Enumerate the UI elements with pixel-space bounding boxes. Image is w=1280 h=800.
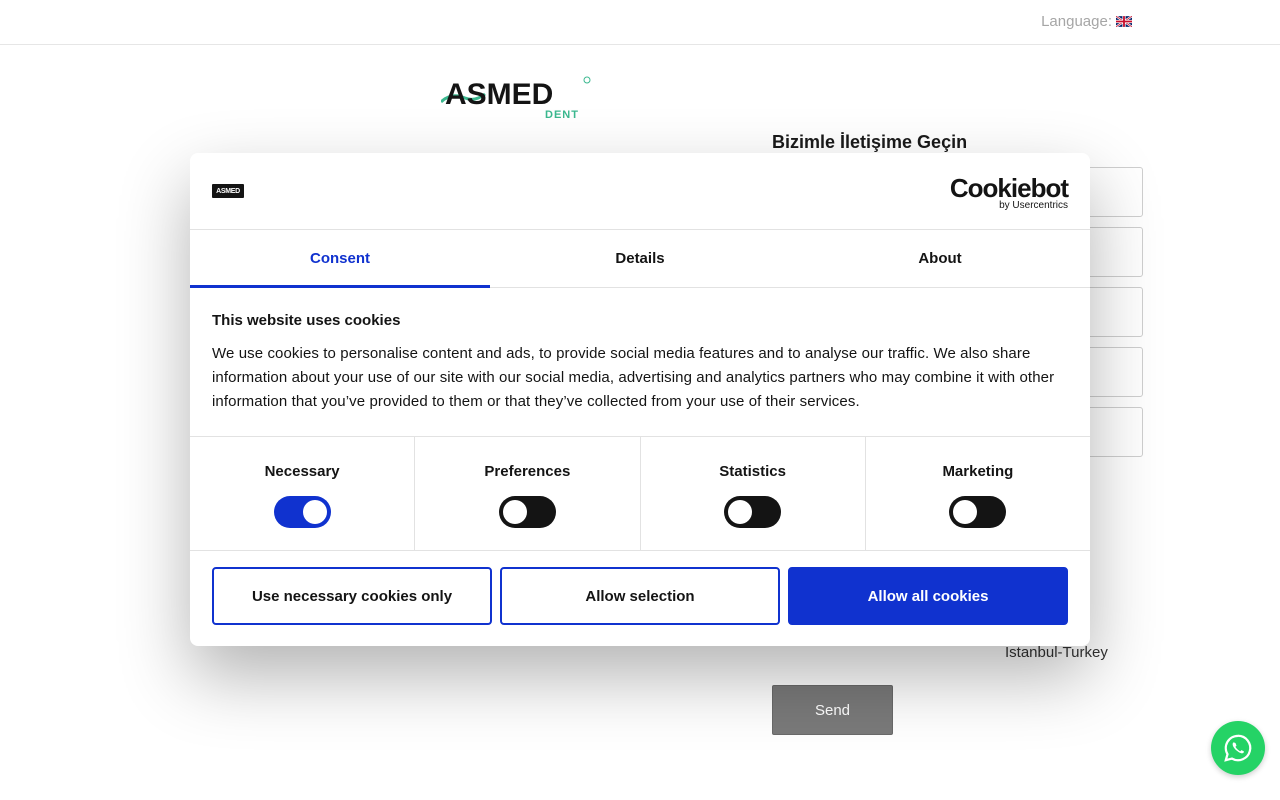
allow-selection-button[interactable]: Allow selection [500,567,780,625]
dialog-heading: This website uses cookies [212,312,401,329]
category-label: Preferences [484,463,571,480]
necessary-toggle[interactable] [273,496,331,528]
send-button[interactable]: Send [772,685,893,735]
category-label: Necessary [264,463,340,480]
toggle-knob [953,500,978,524]
category-necessary: Necessary [190,437,416,550]
preferences-toggle[interactable] [498,496,556,528]
category-marketing: Marketing [866,437,1090,550]
necessary-only-button[interactable]: Use necessary cookies only [212,567,492,625]
dialog-tabs: Consent Details About [190,230,1090,288]
tab-consent[interactable]: Consent [190,230,490,288]
category-statistics: Statistics [641,437,866,550]
dialog-header: ASMED Cookiebot by Usercentrics [190,153,1090,230]
cookiebot-name: Cookiebot [949,173,1069,203]
cookiebot-logo[interactable]: Cookiebot by Usercentrics [949,173,1069,211]
cookie-categories: Necessary Preferences Statistics Marketi… [190,437,1090,551]
toggle-knob [302,500,327,524]
toggle-knob [502,500,527,524]
whatsapp-button[interactable] [1211,721,1265,775]
site-logo-text: ASMED [216,187,240,195]
top-bar: Language: [0,0,1280,45]
logo-sub-text: DENT [545,109,579,120]
category-preferences: Preferences [415,437,641,550]
asmed-dent-logo[interactable]: ASMED DENT [441,74,593,120]
logo-main-text: ASMED [445,78,553,111]
tab-about[interactable]: About [790,230,1090,287]
dialog-buttons: Use necessary cookies only Allow selecti… [190,551,1090,625]
toggle-knob [728,500,753,524]
dialog-description: We use cookies to personalise content an… [212,345,1055,410]
uk-flag-icon[interactable] [1116,16,1132,27]
dialog-body: This website uses cookies We use cookies… [190,288,1090,437]
category-label: Marketing [942,463,1014,480]
allow-all-button[interactable]: Allow all cookies [788,567,1068,625]
site-logo: ASMED [212,184,244,198]
whatsapp-icon [1224,734,1252,762]
language-selector[interactable]: Language: [1041,13,1132,30]
category-label: Statistics [719,463,786,480]
contact-title: Bizimle İletişime Geçin [772,132,968,152]
marketing-toggle[interactable] [949,496,1007,528]
address-text: Istanbul-Turkey [1005,644,1108,661]
cookie-consent-dialog: ASMED Cookiebot by Usercentrics Consent … [190,153,1090,646]
language-label: Language: [1041,13,1112,30]
statistics-toggle[interactable] [724,496,782,528]
tab-details[interactable]: Details [490,230,790,287]
